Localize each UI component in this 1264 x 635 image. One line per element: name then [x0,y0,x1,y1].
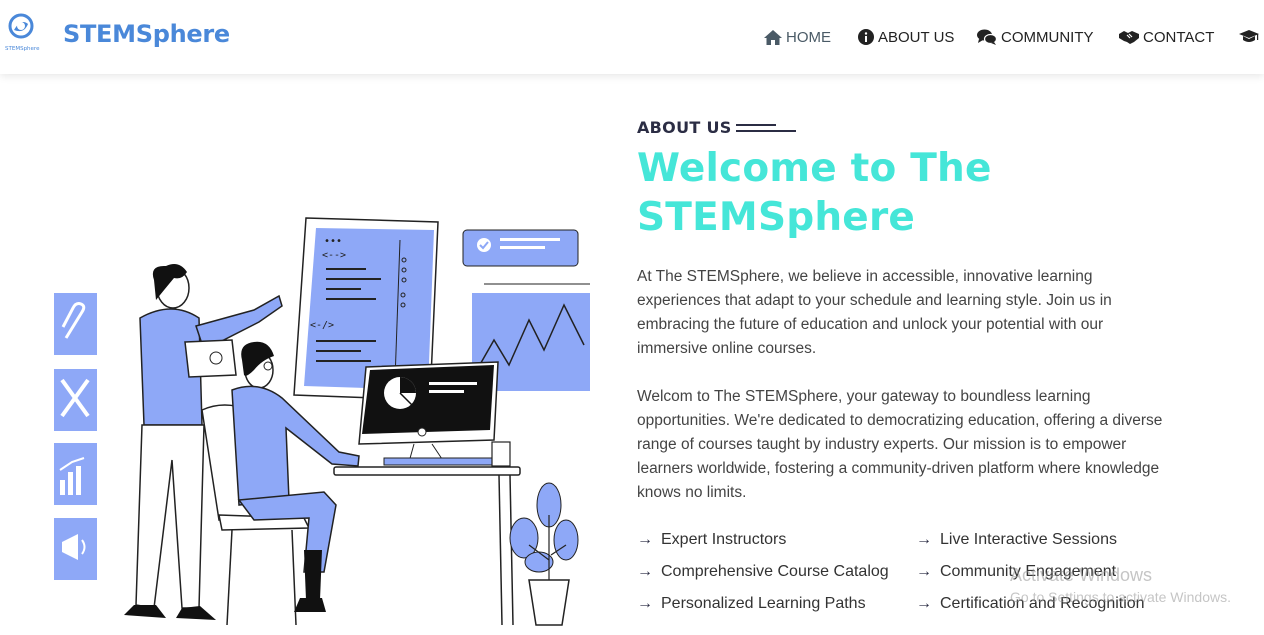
nav-community[interactable]: COMMUNITY [977,27,1094,47]
svg-text:<-/>: <-/> [310,320,334,331]
check-card-illustration [462,229,579,267]
megaphone-icon [54,518,97,580]
mission-paragraph: Welcom to The STEMSphere, your gateway t… [637,388,1163,501]
intro-paragraph: At The STEMSphere, we believe in accessi… [637,268,1112,357]
svg-text:<-->: <--> [322,250,346,261]
handshake-icon [1119,31,1139,44]
page-title-line1: Welcome to The [637,146,992,191]
nav-community-label: COMMUNITY [1001,28,1094,46]
ruler-pencil-icon [54,369,97,431]
home-icon [764,29,782,45]
os-activation-watermark-sub: Go to Settings to activate Windows. [1010,589,1231,605]
feature-item: → Live Interactive Sessions [916,531,1117,549]
nav-contact[interactable]: CONTACT [1119,27,1214,47]
hero-illustration: ••• <--> <-/> [54,200,590,635]
section-eyebrow: ABOUT US [637,118,732,137]
feature-label: Personalized Learning Paths [661,595,866,612]
bar-chart-icon [54,443,97,505]
potted-plant-illustration [509,482,579,626]
comments-icon [977,29,997,45]
navbar: STEMSphere STEMSphere HOME ABOUT US COMM… [0,0,1264,74]
nav-home[interactable]: HOME [764,27,831,47]
feature-item: → Personalized Learning Paths [637,595,866,613]
nav-about[interactable]: ABOUT US [858,27,954,47]
nav-courses[interactable] [1239,27,1263,47]
arrow-right-icon: → [916,563,932,580]
arrow-right-icon: → [637,595,653,612]
paperclip-icon [54,293,97,355]
feature-label: Live Interactive Sessions [940,531,1117,548]
nav-contact-label: CONTACT [1143,28,1215,46]
brand-name[interactable]: STEMSphere [63,20,230,48]
feature-item: → Comprehensive Course Catalog [637,563,889,581]
arrow-right-icon: → [916,531,932,548]
eyebrow-divider-short [736,124,776,126]
nav-home-label: HOME [786,28,831,46]
svg-text:STEMSphere: STEMSphere [5,46,40,52]
page-title-line2: STEMSphere [637,195,916,240]
brand-logo[interactable]: STEMSphere [4,10,42,54]
feature-label: Comprehensive Course Catalog [661,563,889,580]
arrow-right-icon: → [637,563,653,580]
arrow-right-icon: → [637,531,653,548]
graduation-cap-icon [1239,30,1259,42]
arrow-right-icon: → [916,595,932,612]
info-icon [858,29,874,45]
nav-about-label: ABOUT US [878,28,955,46]
page-title: Welcome to The STEMSphere [637,144,1197,242]
desktop-computer-illustration [358,361,511,467]
feature-item: → Expert Instructors [637,531,786,549]
svg-text:•••: ••• [324,236,342,247]
os-activation-watermark: Activate Windows [1010,565,1153,585]
feature-label: Expert Instructors [661,531,787,548]
eyebrow-divider-long [736,130,796,132]
desk-illustration [333,466,521,626]
